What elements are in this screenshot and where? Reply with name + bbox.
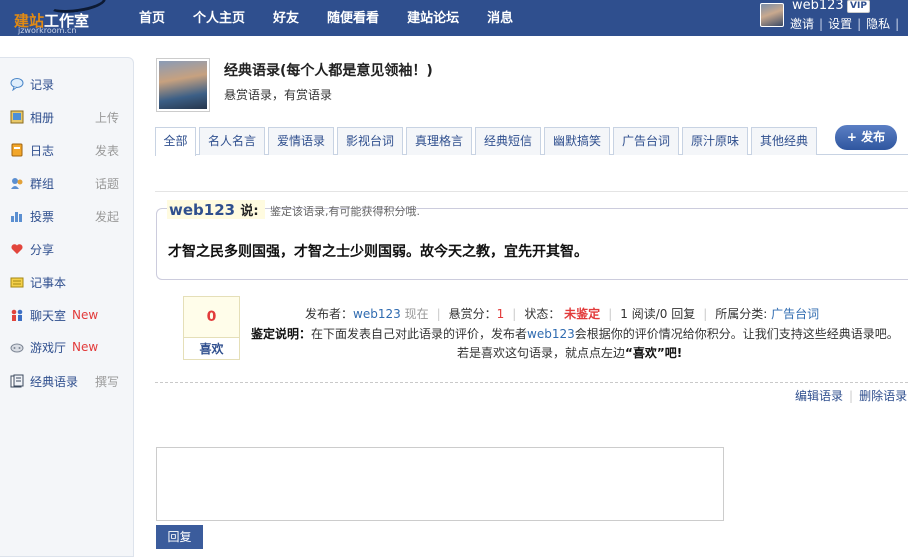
tab-truth-maxims[interactable]: 真理格言 — [406, 127, 472, 155]
vip-badge: VIP — [847, 0, 870, 13]
quotes-write-link[interactable]: 撰写 — [95, 373, 119, 390]
tab-ad-lines[interactable]: 广告台词 — [613, 127, 679, 155]
status-badge: 未鉴定 — [564, 307, 601, 321]
sidebar-item-groups[interactable]: 群组 话题 — [10, 173, 125, 193]
sidebar-item-gamehall[interactable]: 游戏厅 New — [10, 337, 125, 357]
sidebar-item-album[interactable]: 相册 上传 — [10, 107, 125, 127]
poster-link[interactable]: web123 — [353, 307, 401, 321]
like-hint: 若是喜欢这句语录，就点点左边“喜欢”吧! — [457, 346, 683, 360]
quote-text: 才智之民多则国强，才智之士少则国弱。故今天之教，宜先开其智。 — [168, 244, 588, 260]
dashed-divider — [155, 382, 908, 383]
like-widget: 0 喜欢 — [183, 296, 240, 360]
invite-link[interactable]: 邀请 — [790, 17, 814, 31]
tab-original[interactable]: 原汁原味 — [682, 127, 748, 155]
chat-people-icon — [10, 308, 24, 322]
like-button[interactable]: 喜欢 — [184, 337, 239, 359]
privacy-link[interactable]: 隐私 — [866, 17, 890, 31]
tab-classic-sms[interactable]: 经典短信 — [475, 127, 541, 155]
site-logo[interactable]: 建站工作室 jzworkroom.cn — [12, 0, 122, 35]
logo-domain: jzworkroom.cn — [18, 26, 77, 35]
nav-home[interactable]: 首页 — [139, 7, 165, 26]
nav-messages[interactable]: 消息 — [487, 7, 513, 26]
sidebar-item-quotes[interactable]: 经典语录 撰写 — [10, 371, 125, 391]
quote-author: web123 说: — [167, 200, 265, 219]
edit-quote-link[interactable]: 编辑语录 — [795, 389, 843, 403]
sidebar-item-records[interactable]: 记录 — [10, 74, 125, 94]
poll-bars-icon — [10, 209, 24, 223]
like-count: 0 — [206, 309, 217, 325]
quote-note: 鉴定该语录,有可能获得积分哦. — [270, 205, 420, 218]
share-heart-icon — [10, 242, 24, 256]
page-subtitle: 悬赏语录，有赏语录 — [224, 88, 333, 102]
sidebar-item-chatroom[interactable]: 聊天室 New — [10, 305, 125, 325]
tab-humor[interactable]: 幽默搞笑 — [544, 127, 610, 155]
speech-bubble-icon — [10, 77, 24, 92]
gamepad-icon — [10, 340, 24, 354]
comment-input[interactable] — [156, 447, 724, 521]
tab-other[interactable]: 其他经典 — [751, 127, 817, 155]
author-link[interactable]: web123 — [169, 201, 235, 219]
username[interactable]: web123 — [792, 0, 844, 13]
user-avatar[interactable] — [760, 3, 784, 27]
quote-meta: 发布者：web123 现在 | 悬赏分：1 | 状态： 未鉴定 | 1 阅读/0 回复 | 所属… — [305, 307, 820, 321]
quote-actions: 编辑语录 | 删除语录 — [795, 389, 908, 403]
diary-icon — [10, 143, 24, 157]
new-badge: New — [72, 308, 99, 322]
sidebar: 记录 相册 上传 日志 发表 群组 话题 投票 发起 分享 记事本 聊天室 Ne… — [0, 57, 134, 557]
nav-forum[interactable]: 建站论坛 — [407, 7, 459, 26]
category-link[interactable]: 广告台词 — [771, 307, 819, 321]
user-links: 邀请 | 设置 | 隐私 | — [790, 17, 900, 31]
diary-post-link[interactable]: 发表 — [95, 142, 119, 159]
tab-famous-quotes[interactable]: 名人名言 — [199, 127, 265, 155]
nav-browse[interactable]: 随便看看 — [327, 7, 379, 26]
page-title: 经典语录(每个人都是意见领袖！) — [224, 63, 433, 79]
publish-button[interactable]: + 发布 — [835, 125, 897, 150]
album-upload-link[interactable]: 上传 — [95, 109, 119, 126]
settings-link[interactable]: 设置 — [828, 17, 852, 31]
category-tabs: 全部 名人名言 爱情语录 影视台词 真理格言 经典短信 幽默搞笑 广告台词 原汁… — [155, 127, 908, 156]
nav-friends[interactable]: 好友 — [273, 7, 299, 26]
groups-topic-link[interactable]: 话题 — [95, 175, 119, 192]
tab-love-quotes[interactable]: 爱情语录 — [268, 127, 334, 155]
new-badge: New — [72, 340, 99, 354]
nav-profile[interactable]: 个人主页 — [193, 7, 245, 26]
tab-movie-lines[interactable]: 影视台词 — [337, 127, 403, 155]
profile-avatar[interactable] — [156, 58, 210, 112]
delete-quote-link[interactable]: 删除语录 — [859, 389, 907, 403]
sidebar-item-notebook[interactable]: 记事本 — [10, 272, 125, 292]
top-navbar: 建站工作室 jzworkroom.cn 首页 个人主页 好友 随便看看 建站论坛… — [0, 0, 908, 36]
tab-all[interactable]: 全部 — [155, 127, 196, 156]
polls-create-link[interactable]: 发起 — [95, 208, 119, 225]
quote-book-icon — [10, 374, 24, 388]
appraisal-note: 鉴定说明：在下面发表自己对此语录的评价，发布者web123会根据你的评价情况给你… — [251, 327, 899, 341]
group-icon — [10, 176, 24, 190]
divider — [155, 191, 908, 192]
sidebar-item-polls[interactable]: 投票 发起 — [10, 206, 125, 226]
sidebar-item-share[interactable]: 分享 — [10, 239, 125, 259]
reply-button[interactable]: 回复 — [156, 525, 203, 549]
photo-album-icon — [10, 110, 24, 124]
main-nav: 首页 个人主页 好友 随便看看 建站论坛 消息 — [139, 7, 541, 26]
notebook-icon — [10, 275, 24, 289]
sidebar-item-diary[interactable]: 日志 发表 — [10, 140, 125, 160]
